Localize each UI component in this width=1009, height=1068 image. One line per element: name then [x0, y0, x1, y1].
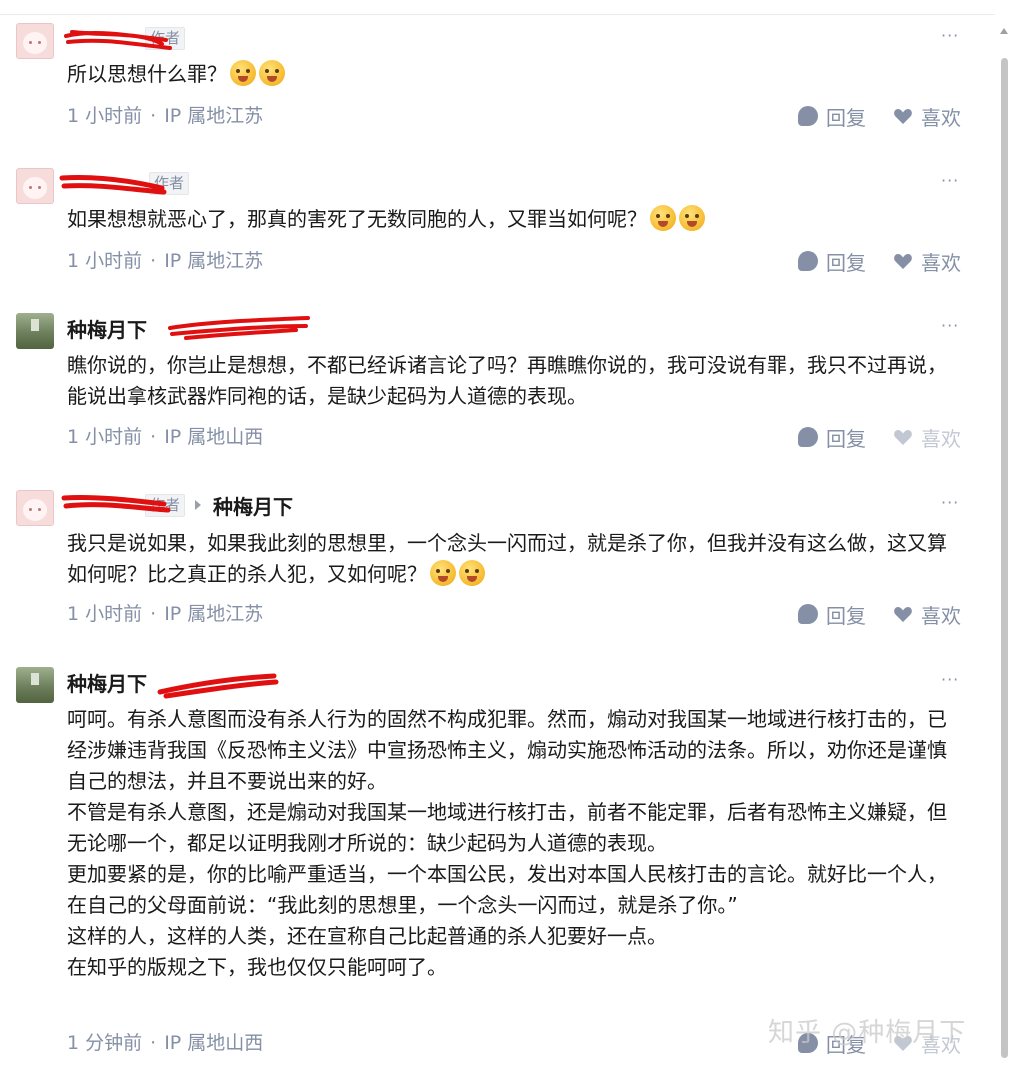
comment-text: 呵呵。有杀人意图而没有杀人行为的固然不构成犯罪。然而，煽动对我国某一地域进行核打… [67, 707, 947, 979]
avatar-pagoda-icon [31, 319, 39, 331]
comment-meta: 1 小时前 · IP 属地山西 [67, 424, 263, 450]
drool-emoji-icon [650, 205, 676, 231]
reply-label: 回复 [826, 426, 866, 451]
author-name[interactable]: 种梅月下 [67, 314, 147, 343]
heart-icon [894, 254, 912, 269]
reply-button[interactable]: 回复 [798, 424, 866, 451]
ip-location: IP 属地江苏 [164, 105, 264, 127]
like-button[interactable]: 喜欢 [893, 103, 961, 130]
avatar-face-icon [23, 32, 47, 54]
like-button[interactable]: 喜欢 [893, 424, 961, 451]
ip-location: IP 属地江苏 [164, 603, 264, 625]
comment-text: 我只是说如果，如果我此刻的思想里，一个念头一闪而过，就是杀了你，但我并没有这么做… [67, 528, 947, 590]
comment-meta: 1 分钟前 · IP 属地山西 [67, 1030, 263, 1056]
redaction-scribble [168, 316, 310, 340]
reply-bubble-icon [798, 251, 818, 271]
heart-icon [894, 607, 912, 622]
ip-location: IP 属地山西 [164, 426, 264, 448]
comment-time: 1 小时前 [67, 105, 143, 127]
reply-label: 回复 [826, 250, 866, 275]
reply-button[interactable]: 回复 [798, 601, 866, 628]
heart-icon [894, 430, 912, 445]
reply-label: 回复 [826, 105, 866, 130]
like-button[interactable]: 喜欢 [893, 248, 961, 275]
like-label: 喜欢 [921, 105, 961, 130]
more-options-icon[interactable]: ··· [941, 26, 959, 45]
like-label: 喜欢 [921, 250, 961, 275]
more-options-icon[interactable]: ··· [941, 670, 959, 689]
comment-meta: 1 小时前 · IP 属地江苏 [67, 601, 263, 627]
avatar[interactable] [16, 313, 54, 349]
more-options-icon[interactable]: ··· [941, 171, 959, 190]
avatar-pagoda-icon [31, 673, 39, 685]
avatar-face-icon [23, 499, 47, 521]
reply-arrow-icon [195, 500, 202, 510]
meta-separator: · [150, 1032, 157, 1054]
zhihu-watermark: 知乎 @种梅月下 [768, 1018, 967, 1048]
scrollbar-thumb[interactable] [1001, 58, 1008, 1058]
like-label: 喜欢 [921, 426, 961, 451]
author-row: 种梅月下 [67, 314, 147, 343]
comment-time: 1 小时前 [67, 603, 143, 625]
avatar[interactable] [16, 667, 54, 703]
comment-time: 1 分钟前 [67, 1032, 143, 1054]
avatar-face-icon [23, 177, 47, 199]
drool-emoji-icon [430, 560, 456, 586]
redaction-scribble [59, 174, 167, 195]
drool-emoji-icon [459, 560, 485, 586]
comment-text-content: 我只是说如果，如果我此刻的思想里，一个念头一闪而过，就是杀了你，但我并没有这么做… [67, 531, 947, 586]
redaction-scribble [64, 30, 172, 50]
comment-text: 瞧你说的，你岂止是想想，不都已经诉诸言论了吗？再瞧瞧你说的，我可没说有罪，我只不… [67, 353, 947, 408]
drool-emoji-icon [230, 60, 256, 86]
more-options-icon[interactable]: ··· [941, 316, 959, 335]
reply-bubble-icon [798, 106, 818, 126]
avatar[interactable] [16, 490, 54, 526]
redaction-scribble [61, 494, 171, 513]
ip-location: IP 属地江苏 [164, 250, 264, 272]
comment-time: 1 小时前 [67, 426, 143, 448]
meta-separator: · [150, 250, 157, 272]
redaction-scribble [157, 673, 279, 699]
top-divider [0, 14, 995, 15]
drool-emoji-icon [259, 60, 285, 86]
author-row: 种梅月下 [67, 668, 147, 697]
meta-separator: · [150, 105, 157, 127]
like-button[interactable]: 喜欢 [893, 601, 961, 628]
like-label: 喜欢 [921, 603, 961, 628]
ip-location: IP 属地山西 [164, 1032, 264, 1054]
author-name[interactable]: 种梅月下 [67, 668, 147, 697]
avatar[interactable] [16, 23, 54, 59]
comment-meta: 1 小时前 · IP 属地江苏 [67, 248, 263, 274]
reply-label: 回复 [826, 603, 866, 628]
drool-emoji-icon [679, 205, 705, 231]
comment-text-content: 如果想想就恶心了，那真的害死了无数同胞的人，又罪当如何呢？ [67, 207, 647, 231]
reply-button[interactable]: 回复 [798, 103, 866, 130]
reply-bubble-icon [798, 427, 818, 447]
scroll-up-arrow-icon[interactable] [1000, 28, 1008, 34]
meta-separator: · [150, 426, 157, 448]
comment-text: 如果想想就恶心了，那真的害死了无数同胞的人，又罪当如何呢？ [67, 204, 947, 235]
reply-bubble-icon [798, 604, 818, 624]
heart-icon [894, 109, 912, 124]
meta-separator: · [150, 603, 157, 625]
comment-text-content: 所以思想什么罪？ [67, 62, 227, 86]
comment-meta: 1 小时前 · IP 属地江苏 [67, 103, 263, 129]
reply-button[interactable]: 回复 [798, 248, 866, 275]
comment-text: 所以思想什么罪？ [67, 59, 947, 90]
comment-time: 1 小时前 [67, 250, 143, 272]
avatar[interactable] [16, 168, 54, 204]
more-options-icon[interactable]: ··· [941, 493, 959, 512]
reply-target-name[interactable]: 种梅月下 [213, 491, 293, 520]
